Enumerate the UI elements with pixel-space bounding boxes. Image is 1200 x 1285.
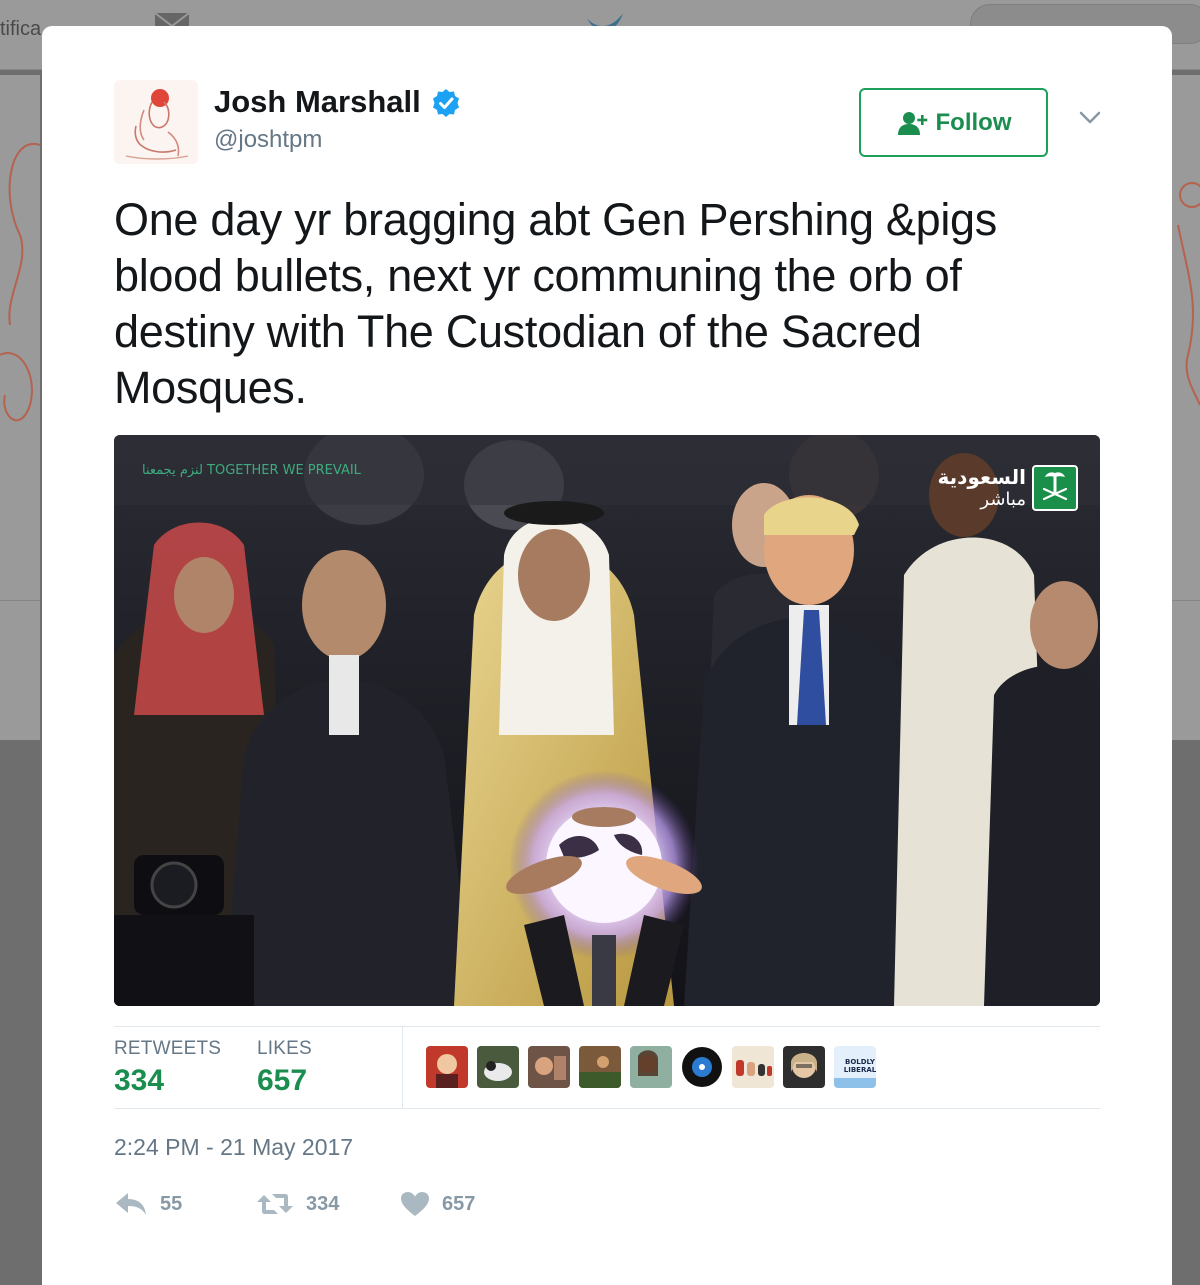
retweets-stat-label: RETWEETS bbox=[114, 1038, 222, 1059]
retweet-count: 334 bbox=[306, 1192, 340, 1215]
tweet-photo[interactable]: لنزم يجمعنا TOGETHER WE PREVAIL السعودية… bbox=[114, 435, 1100, 1006]
author-name[interactable]: Josh Marshall bbox=[214, 84, 421, 120]
retweets-stat-count[interactable]: 334 bbox=[114, 1064, 164, 1098]
liker-avatar[interactable] bbox=[528, 1046, 570, 1088]
author-handle[interactable]: @joshtpm bbox=[214, 126, 322, 154]
verified-badge-icon bbox=[433, 89, 459, 117]
liker-avatar-image bbox=[579, 1046, 621, 1088]
liker-avatar-image bbox=[681, 1046, 723, 1088]
background-doodle-left bbox=[0, 142, 41, 422]
background-nav-notifications: tifica bbox=[0, 18, 42, 40]
follow-button-label: Follow bbox=[935, 108, 1012, 136]
author-avatar-drawing bbox=[114, 80, 198, 164]
reply-icon bbox=[116, 1193, 146, 1215]
like-count: 657 bbox=[442, 1192, 476, 1215]
liker-badge-text: BOLDLY LIBERAL bbox=[843, 1058, 877, 1074]
likes-stat-label: LIKES bbox=[257, 1038, 312, 1059]
background-divider bbox=[0, 600, 40, 601]
avatar[interactable] bbox=[114, 80, 198, 164]
channel-live-label: مباشر bbox=[980, 489, 1026, 510]
liker-avatar-image bbox=[477, 1046, 519, 1088]
like-action[interactable]: 657 bbox=[400, 1191, 475, 1217]
follow-user-icon bbox=[897, 111, 927, 135]
liker-avatar-image bbox=[732, 1046, 774, 1088]
liker-avatar[interactable] bbox=[579, 1046, 621, 1088]
liker-avatar[interactable] bbox=[630, 1046, 672, 1088]
event-logo-overlay: لنزم يجمعنا TOGETHER WE PREVAIL bbox=[142, 463, 361, 478]
liker-avatar[interactable] bbox=[783, 1046, 825, 1088]
channel-name: السعودية bbox=[937, 465, 1026, 489]
follow-button[interactable]: Follow bbox=[859, 88, 1048, 157]
liker-avatar[interactable] bbox=[681, 1046, 723, 1088]
saudi-emblem-icon bbox=[1032, 465, 1078, 511]
liker-avatar-image bbox=[630, 1046, 672, 1088]
reply-count: 55 bbox=[160, 1192, 183, 1215]
tweet-modal: Josh Marshall @joshtpm Follow One day yr… bbox=[42, 26, 1172, 1285]
tweet-timestamp[interactable]: 2:24 PM - 21 May 2017 bbox=[114, 1134, 353, 1161]
liker-avatar-image bbox=[426, 1046, 468, 1088]
divider bbox=[114, 1108, 1100, 1109]
divider bbox=[114, 1026, 1100, 1027]
liker-avatar-image bbox=[528, 1046, 570, 1088]
liker-avatar[interactable] bbox=[426, 1046, 468, 1088]
retweet-action[interactable]: 334 bbox=[256, 1191, 339, 1217]
likes-stat-count[interactable]: 657 bbox=[257, 1064, 307, 1098]
retweet-icon bbox=[257, 1194, 293, 1214]
tweet-text: One day yr bragging abt Gen Pershing &pi… bbox=[114, 194, 997, 413]
liker-avatar-image bbox=[783, 1046, 825, 1088]
reply-action[interactable]: 55 bbox=[114, 1191, 182, 1217]
liker-avatars bbox=[426, 1046, 876, 1088]
liker-avatar[interactable] bbox=[477, 1046, 519, 1088]
liker-avatar[interactable] bbox=[732, 1046, 774, 1088]
photo-scene bbox=[114, 435, 1100, 1006]
chevron-down-icon[interactable] bbox=[1078, 110, 1102, 126]
heart-icon bbox=[401, 1192, 429, 1216]
stats-separator bbox=[402, 1026, 403, 1108]
background-left-column bbox=[0, 75, 41, 740]
channel-logo-overlay: السعودية مباشر bbox=[938, 465, 1078, 511]
